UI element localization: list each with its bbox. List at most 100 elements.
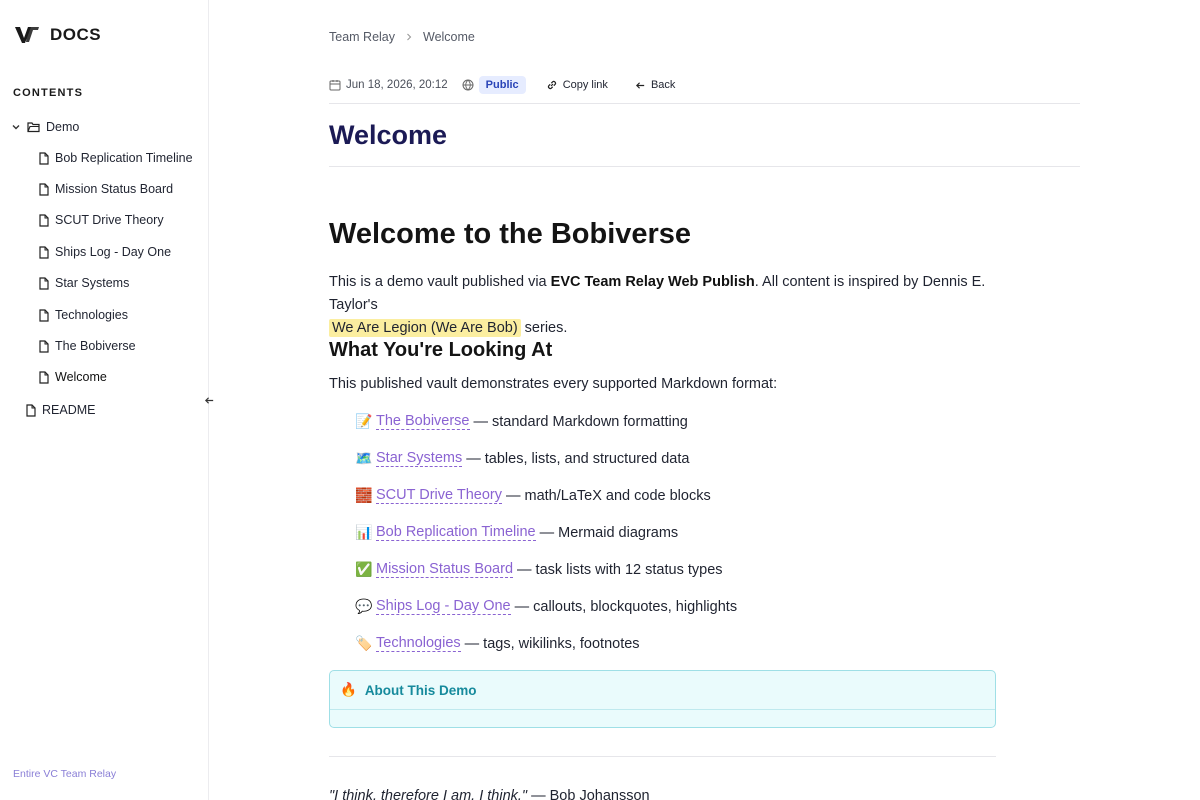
- bar-chart-icon: 📊: [355, 524, 373, 540]
- file-icon: [39, 276, 49, 290]
- callout-header[interactable]: 🔥 About This Demo: [340, 682, 477, 698]
- file-icon: [39, 339, 49, 353]
- footer-link[interactable]: Entire VC Team Relay: [13, 768, 116, 780]
- list-item: 🏷️ Technologies — tags, wikilinks, footn…: [355, 635, 640, 652]
- list-item-desc: — math/LaTeX and code blocks: [505, 487, 711, 504]
- folder-open-icon: [27, 122, 40, 133]
- sidebar-item-label: The Bobiverse: [55, 339, 136, 353]
- file-icon: [26, 403, 36, 417]
- para-bold: EVC Team Relay Web Publish: [550, 274, 755, 290]
- tag-icon: 🏷️: [355, 635, 373, 651]
- sidebar-item-scut-drive-theory[interactable]: SCUT Drive Theory: [39, 213, 164, 227]
- sidebar-item-label: Mission Status Board: [55, 182, 174, 196]
- copy-link-button[interactable]: Copy link: [546, 79, 608, 91]
- list-item-desc: — task lists with 12 status types: [517, 561, 723, 578]
- chevron-right-icon: [407, 33, 412, 41]
- content-heading: Welcome to the Bobiverse: [329, 218, 692, 250]
- sidebar-item-readme[interactable]: README: [26, 403, 95, 417]
- list-item-desc: — Mermaid diagrams: [539, 524, 679, 541]
- file-icon: [39, 213, 49, 227]
- link-ships-log-day-one[interactable]: Ships Log - Day One: [376, 598, 511, 615]
- visibility-badge: Public: [478, 76, 526, 94]
- tree-folder-demo[interactable]: Demo: [11, 120, 79, 134]
- callout: 🔥 About This Demo: [329, 670, 996, 728]
- file-icon: [39, 245, 49, 259]
- quote-author: — Bob Johansson: [527, 788, 650, 800]
- page-title: Welcome: [329, 120, 448, 150]
- logo[interactable]: DOCS: [14, 24, 101, 46]
- calendar-icon: [329, 80, 341, 91]
- intro-paragraph: This is a demo vault published via EVC T…: [329, 271, 1009, 340]
- contents-label: CONTENTS: [13, 87, 84, 99]
- sidebar-item-welcome[interactable]: Welcome: [39, 370, 107, 384]
- file-icon: [39, 370, 49, 384]
- list-item: 📊 Bob Replication Timeline — Mermaid dia…: [355, 524, 678, 541]
- list-item: 🗺️ Star Systems — tables, lists, and str…: [355, 450, 689, 467]
- link-mission-status-board[interactable]: Mission Status Board: [376, 561, 514, 578]
- memo-icon: 📝: [355, 413, 373, 429]
- list-item: 💬 Ships Log - Day One — callouts, blockq…: [355, 598, 737, 615]
- link-bob-replication-timeline[interactable]: Bob Replication Timeline: [376, 524, 536, 541]
- sidebar-item-label: Technologies: [55, 308, 128, 322]
- published-date: Jun 18, 2026, 20:12: [346, 79, 448, 91]
- list-intro: This published vault demonstrates every …: [329, 376, 778, 392]
- divider: [329, 103, 1080, 104]
- back-label: Back: [650, 79, 676, 91]
- link-icon: [547, 80, 556, 90]
- copy-link-label: Copy link: [562, 79, 608, 91]
- file-icon: [39, 308, 49, 322]
- file-icon: [39, 182, 49, 196]
- sidebar-item-bob-replication-timeline[interactable]: Bob Replication Timeline: [39, 151, 193, 165]
- quote: "I think, therefore I am. I think." — Bo…: [329, 788, 650, 800]
- list-item-desc: — tags, wikilinks, footnotes: [464, 635, 640, 652]
- breadcrumb-current: Welcome: [423, 30, 475, 44]
- breadcrumb-parent[interactable]: Team Relay: [329, 30, 395, 44]
- list-item: 📝 The Bobiverse — standard Markdown form…: [355, 413, 688, 430]
- subheading: What You're Looking At: [329, 339, 553, 361]
- chevron-down-icon: [12, 125, 20, 130]
- divider: [329, 756, 996, 757]
- para-text-1: This is a demo vault published via: [329, 274, 551, 290]
- logo-icon: [15, 27, 39, 43]
- highlight-text: We Are Legion (We Are Bob): [329, 319, 521, 337]
- link-the-bobiverse[interactable]: The Bobiverse: [376, 413, 470, 430]
- sidebar: DOCS CONTENTS Demo Bob Replication Timel…: [0, 0, 209, 800]
- sidebar-item-star-systems[interactable]: Star Systems: [39, 276, 129, 290]
- sidebar-item-label: Welcome: [55, 370, 107, 384]
- arrow-left-icon: [204, 396, 213, 404]
- sidebar-item-label: Ships Log - Day One: [55, 245, 172, 259]
- callout-divider: [330, 709, 995, 710]
- sidebar-item-technologies[interactable]: Technologies: [39, 308, 128, 322]
- list-item-desc: — standard Markdown formatting: [473, 413, 688, 430]
- sidebar-item-mission-status-board[interactable]: Mission Status Board: [39, 182, 173, 196]
- map-icon: 🗺️: [355, 450, 373, 466]
- callout-title: About This Demo: [364, 682, 477, 698]
- quote-text: "I think, therefore I am. I think.": [329, 788, 528, 800]
- sidebar-item-label: SCUT Drive Theory: [55, 213, 164, 227]
- link-star-systems[interactable]: Star Systems: [376, 450, 463, 467]
- abacus-icon: 🧱: [355, 487, 373, 503]
- para-text-3: series.: [520, 320, 568, 336]
- collapse-sidebar-button[interactable]: [202, 393, 216, 407]
- fire-icon: 🔥: [340, 682, 357, 697]
- back-button[interactable]: Back: [635, 79, 675, 91]
- logo-text: DOCS: [50, 25, 102, 44]
- list-item-desc: — callouts, blockquotes, highlights: [514, 598, 738, 615]
- link-technologies[interactable]: Technologies: [376, 635, 461, 652]
- sidebar-item-the-bobiverse[interactable]: The Bobiverse: [39, 339, 136, 353]
- sidebar-item-label: Star Systems: [55, 276, 130, 290]
- check-mark-icon: ✅: [355, 561, 373, 577]
- list-item: 🧱 SCUT Drive Theory — math/LaTeX and cod…: [355, 487, 711, 504]
- breadcrumb: Team Relay Welcome: [329, 30, 475, 44]
- file-icon: [39, 151, 49, 165]
- speech-bubble-icon: 💬: [355, 598, 373, 614]
- sidebar-item-ships-log-day-one[interactable]: Ships Log - Day One: [39, 245, 171, 259]
- list-item-desc: — tables, lists, and structured data: [466, 450, 690, 467]
- sidebar-item-label: README: [42, 403, 96, 417]
- globe-icon: [462, 79, 474, 91]
- sidebar-item-label: Bob Replication Timeline: [55, 151, 193, 165]
- link-scut-drive-theory[interactable]: SCUT Drive Theory: [376, 487, 502, 504]
- meta-bar: Jun 18, 2026, 20:12 Public Copy link Bac…: [329, 76, 675, 94]
- divider: [329, 166, 1080, 167]
- list-item: ✅ Mission Status Board — task lists with…: [355, 561, 723, 578]
